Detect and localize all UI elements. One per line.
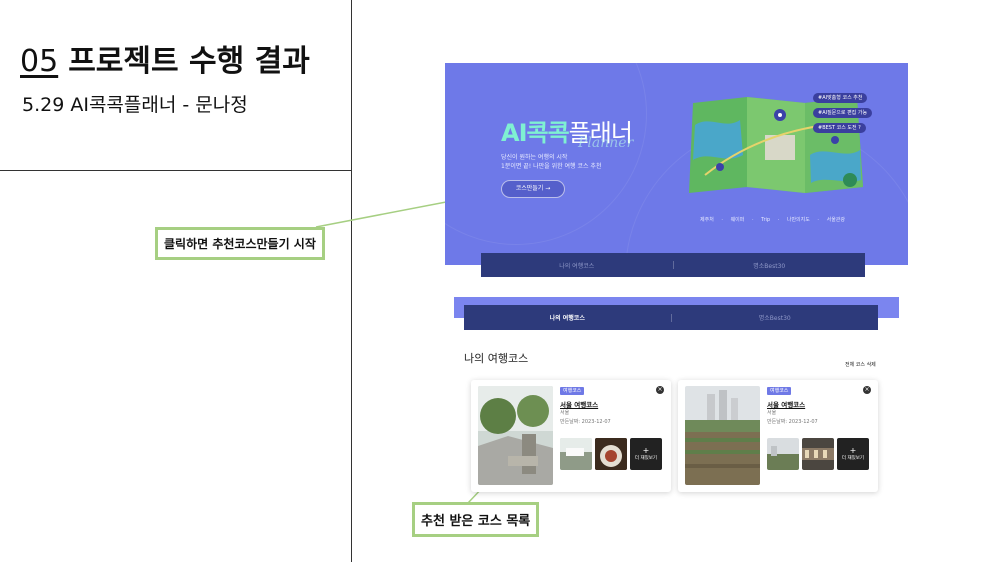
course-photo-image <box>478 386 553 485</box>
hashtag-pill: #BEST 코스 도전 ? <box>813 123 866 133</box>
logo-prefix: AI콕콕 <box>501 119 570 147</box>
callout-list: 추천 받은 코스 목록 <box>412 502 540 537</box>
partner-logos: 제주처 · 웨이퍼 · Trip · 나만의지도 · 서울관광 <box>700 217 846 223</box>
close-icon[interactable]: × <box>656 386 664 394</box>
tab-best30[interactable]: 명소Best30 <box>674 261 866 270</box>
delete-all-link[interactable]: 전체 코스 삭제 <box>845 361 876 368</box>
plus-icon: + <box>849 446 857 455</box>
course-card[interactable]: 여행코스 × 서울 여행코스 서울 만든날짜: 2023-12-07 + 더 재… <box>678 380 878 492</box>
thumbnail-image <box>767 438 799 470</box>
thumbnail-image <box>595 438 627 470</box>
hero-tab-bar: 나의 여행코스 명소Best30 <box>481 253 865 277</box>
section-title: 나의 여행코스 <box>464 352 529 365</box>
hero-banner: AI콕콕플래너 Planner 당신이 원하는 여행의 시작 1분이면 끝! 나… <box>445 63 908 265</box>
course-card[interactable]: 여행코스 × 서울 여행코스 서울 만든날짜: 2023-12-07 + 더 재… <box>471 380 671 492</box>
course-title[interactable]: 서울 여행코스 <box>560 399 598 409</box>
thumbnail-image <box>560 438 592 470</box>
course-region: 서울 <box>767 410 777 416</box>
hashtag-pill: #AI질문으로 편집 가능 <box>813 108 873 118</box>
course-date: 만든날짜: 2023-12-07 <box>767 419 818 425</box>
course-photo <box>478 386 553 485</box>
sub-tab-bar: 나의 여행코스 명소Best30 <box>464 305 878 330</box>
tab-best30[interactable]: 명소Best30 <box>672 313 879 322</box>
course-photo-image <box>685 386 760 485</box>
course-title[interactable]: 서울 여행코스 <box>767 399 805 409</box>
logo-script: Planner <box>578 135 634 151</box>
plus-icon: + <box>642 446 650 455</box>
course-date: 만든날짜: 2023-12-07 <box>560 419 611 425</box>
thumbnail-image <box>802 438 834 470</box>
course-thumbnail[interactable] <box>767 438 799 470</box>
more-photos-button[interactable]: + 더 재밌보기 <box>837 438 869 470</box>
close-icon[interactable]: × <box>863 386 871 394</box>
tab-my-course[interactable]: 나의 여행코스 <box>481 261 673 270</box>
course-badge: 여행코스 <box>767 387 792 395</box>
course-thumbnail[interactable] <box>560 438 592 470</box>
course-thumbnail[interactable] <box>802 438 834 470</box>
course-region: 서울 <box>560 410 570 416</box>
hero-description: 당신이 원하는 여행의 시작 1분이면 끝! 나만을 위한 여행 코스 추천 <box>501 153 601 171</box>
course-badge: 여행코스 <box>560 387 585 395</box>
course-photo <box>685 386 760 485</box>
make-course-button[interactable]: 코스만들기 → <box>501 180 565 198</box>
tab-my-course-active[interactable]: 나의 여행코스 <box>464 313 671 322</box>
course-thumbnail[interactable] <box>595 438 627 470</box>
more-photos-button[interactable]: + 더 재밌보기 <box>630 438 662 470</box>
more-label: 더 재밌보기 <box>841 456 865 461</box>
hashtag-pill: #AI맞춤형 코스 추천 <box>813 93 868 103</box>
callout-start: 클릭하면 추천코스만들기 시작 <box>155 227 325 260</box>
hero-desc-line2: 1분이면 끝! 나만을 위한 여행 코스 추천 <box>501 163 602 170</box>
more-label: 더 재밌보기 <box>634 456 658 461</box>
hero-desc-line1: 당신이 원하는 여행의 시작 <box>501 154 568 161</box>
